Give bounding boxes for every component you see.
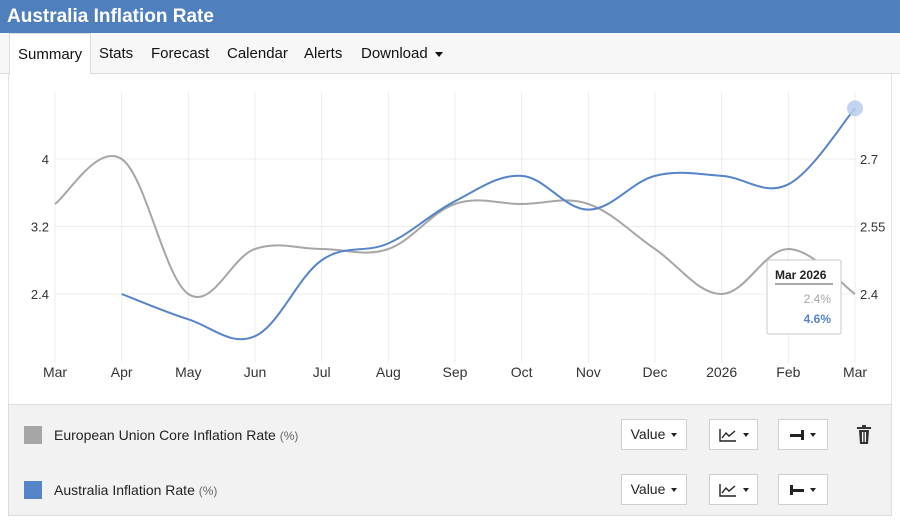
x-tick-label: Mar [843,364,867,380]
value-dropdown-au[interactable]: Value [621,474,687,505]
x-tick-label: Apr [111,364,133,380]
legend-swatch-au [24,481,42,499]
chevron-down-icon [742,433,749,438]
x-axis: Mar Apr May Jun Jul Aug Sep Oct Nov Dec 2026 Feb Mar [43,364,867,380]
legend-unit-eu: (%) [279,429,299,443]
x-tick-label: Dec [643,364,668,380]
x-tick-label: Aug [376,364,401,380]
legend-series-name-eu: European Union Core Inflation Rate [54,427,276,443]
x-tick-label: Nov [576,364,601,380]
series-lines [54,100,863,341]
chart-area: 2.4 3.2 4 2.4 2.55 2.7 Mar Apr May Jun Jul Aug Sep… [8,74,892,404]
tab-alerts[interactable]: Alerts [296,33,350,74]
hover-marker-au [847,100,863,117]
trash-icon[interactable] [856,425,872,445]
line-chart-icon [718,429,736,442]
legend-series-name-au: Australia Inflation Rate [54,482,195,498]
line-chart-icon [718,484,736,497]
y-tick-label-left: 2.4 [31,287,49,302]
y-tick-label-right: 2.55 [860,220,885,235]
chevron-down-icon [671,488,678,493]
chevron-down-icon [810,433,816,438]
chart-type-dropdown-au[interactable] [709,474,758,505]
right-axis-icon [790,430,804,441]
window-title: Australia Inflation Rate [0,0,900,33]
tooltip-title: Mar 2026 [775,268,827,282]
value-dropdown-eu[interactable]: Value [621,419,687,450]
legend-unit-au: (%) [198,484,218,498]
legend-label-eu: European Union Core Inflation Rate (%) [54,427,298,443]
chevron-down-icon [742,488,749,493]
x-tick-label: Jul [313,364,331,380]
legend-label-au: Australia Inflation Rate (%) [54,482,217,498]
chevron-down-icon [434,51,443,57]
chevron-down-icon [810,488,816,493]
left-axis-icon [790,485,804,496]
chart-type-dropdown-eu[interactable] [709,419,758,450]
axis-dropdown-eu[interactable] [778,419,828,450]
tab-bar: Summary Stats Forecast Calendar Alerts D… [0,33,900,75]
legend-swatch-eu [24,426,42,444]
right-axis: 2.4 2.55 2.7 [860,152,885,302]
gridlines [54,92,856,363]
x-tick-label: Sep [443,364,468,380]
legend-panel: European Union Core Inflation Rate (%) V… [8,404,892,516]
y-tick-label-right: 2.4 [860,287,878,302]
line-chart[interactable]: 2.4 3.2 4 2.4 2.55 2.7 Mar Apr May Jun Jul Aug Sep… [9,74,893,404]
legend-row-eu: European Union Core Inflation Rate (%) V… [9,411,893,459]
tab-forecast[interactable]: Forecast [143,33,217,74]
tooltip-value-eu: 2.4% [804,292,832,306]
x-tick-label: May [175,364,201,380]
y-tick-label-right: 2.7 [860,152,878,167]
left-axis: 2.4 3.2 4 [31,152,49,302]
y-tick-label-left: 4 [42,152,49,167]
series-line-au [121,107,856,341]
y-tick-label-left: 3.2 [31,220,49,235]
value-dropdown-label: Value [630,426,666,442]
tab-download[interactable]: Download [353,33,451,74]
x-tick-label: 2026 [706,364,737,380]
x-tick-label: Oct [511,364,533,380]
axis-dropdown-au[interactable] [778,474,828,505]
chart-tooltip: Mar 2026 2.4% 4.6% [766,259,842,335]
legend-row-au: Australia Inflation Rate (%) Value [9,466,893,514]
chevron-down-icon [671,433,678,438]
value-dropdown-label: Value [630,481,666,497]
x-tick-label: Feb [776,364,800,380]
x-tick-label: Mar [43,364,67,380]
tab-summary[interactable]: Summary [9,33,92,75]
tab-calendar[interactable]: Calendar [219,33,296,74]
tab-download-label: Download [361,45,428,62]
tooltip-value-au: 4.6% [804,312,832,326]
x-tick-label: Jun [244,364,267,380]
tab-stats[interactable]: Stats [91,33,141,74]
